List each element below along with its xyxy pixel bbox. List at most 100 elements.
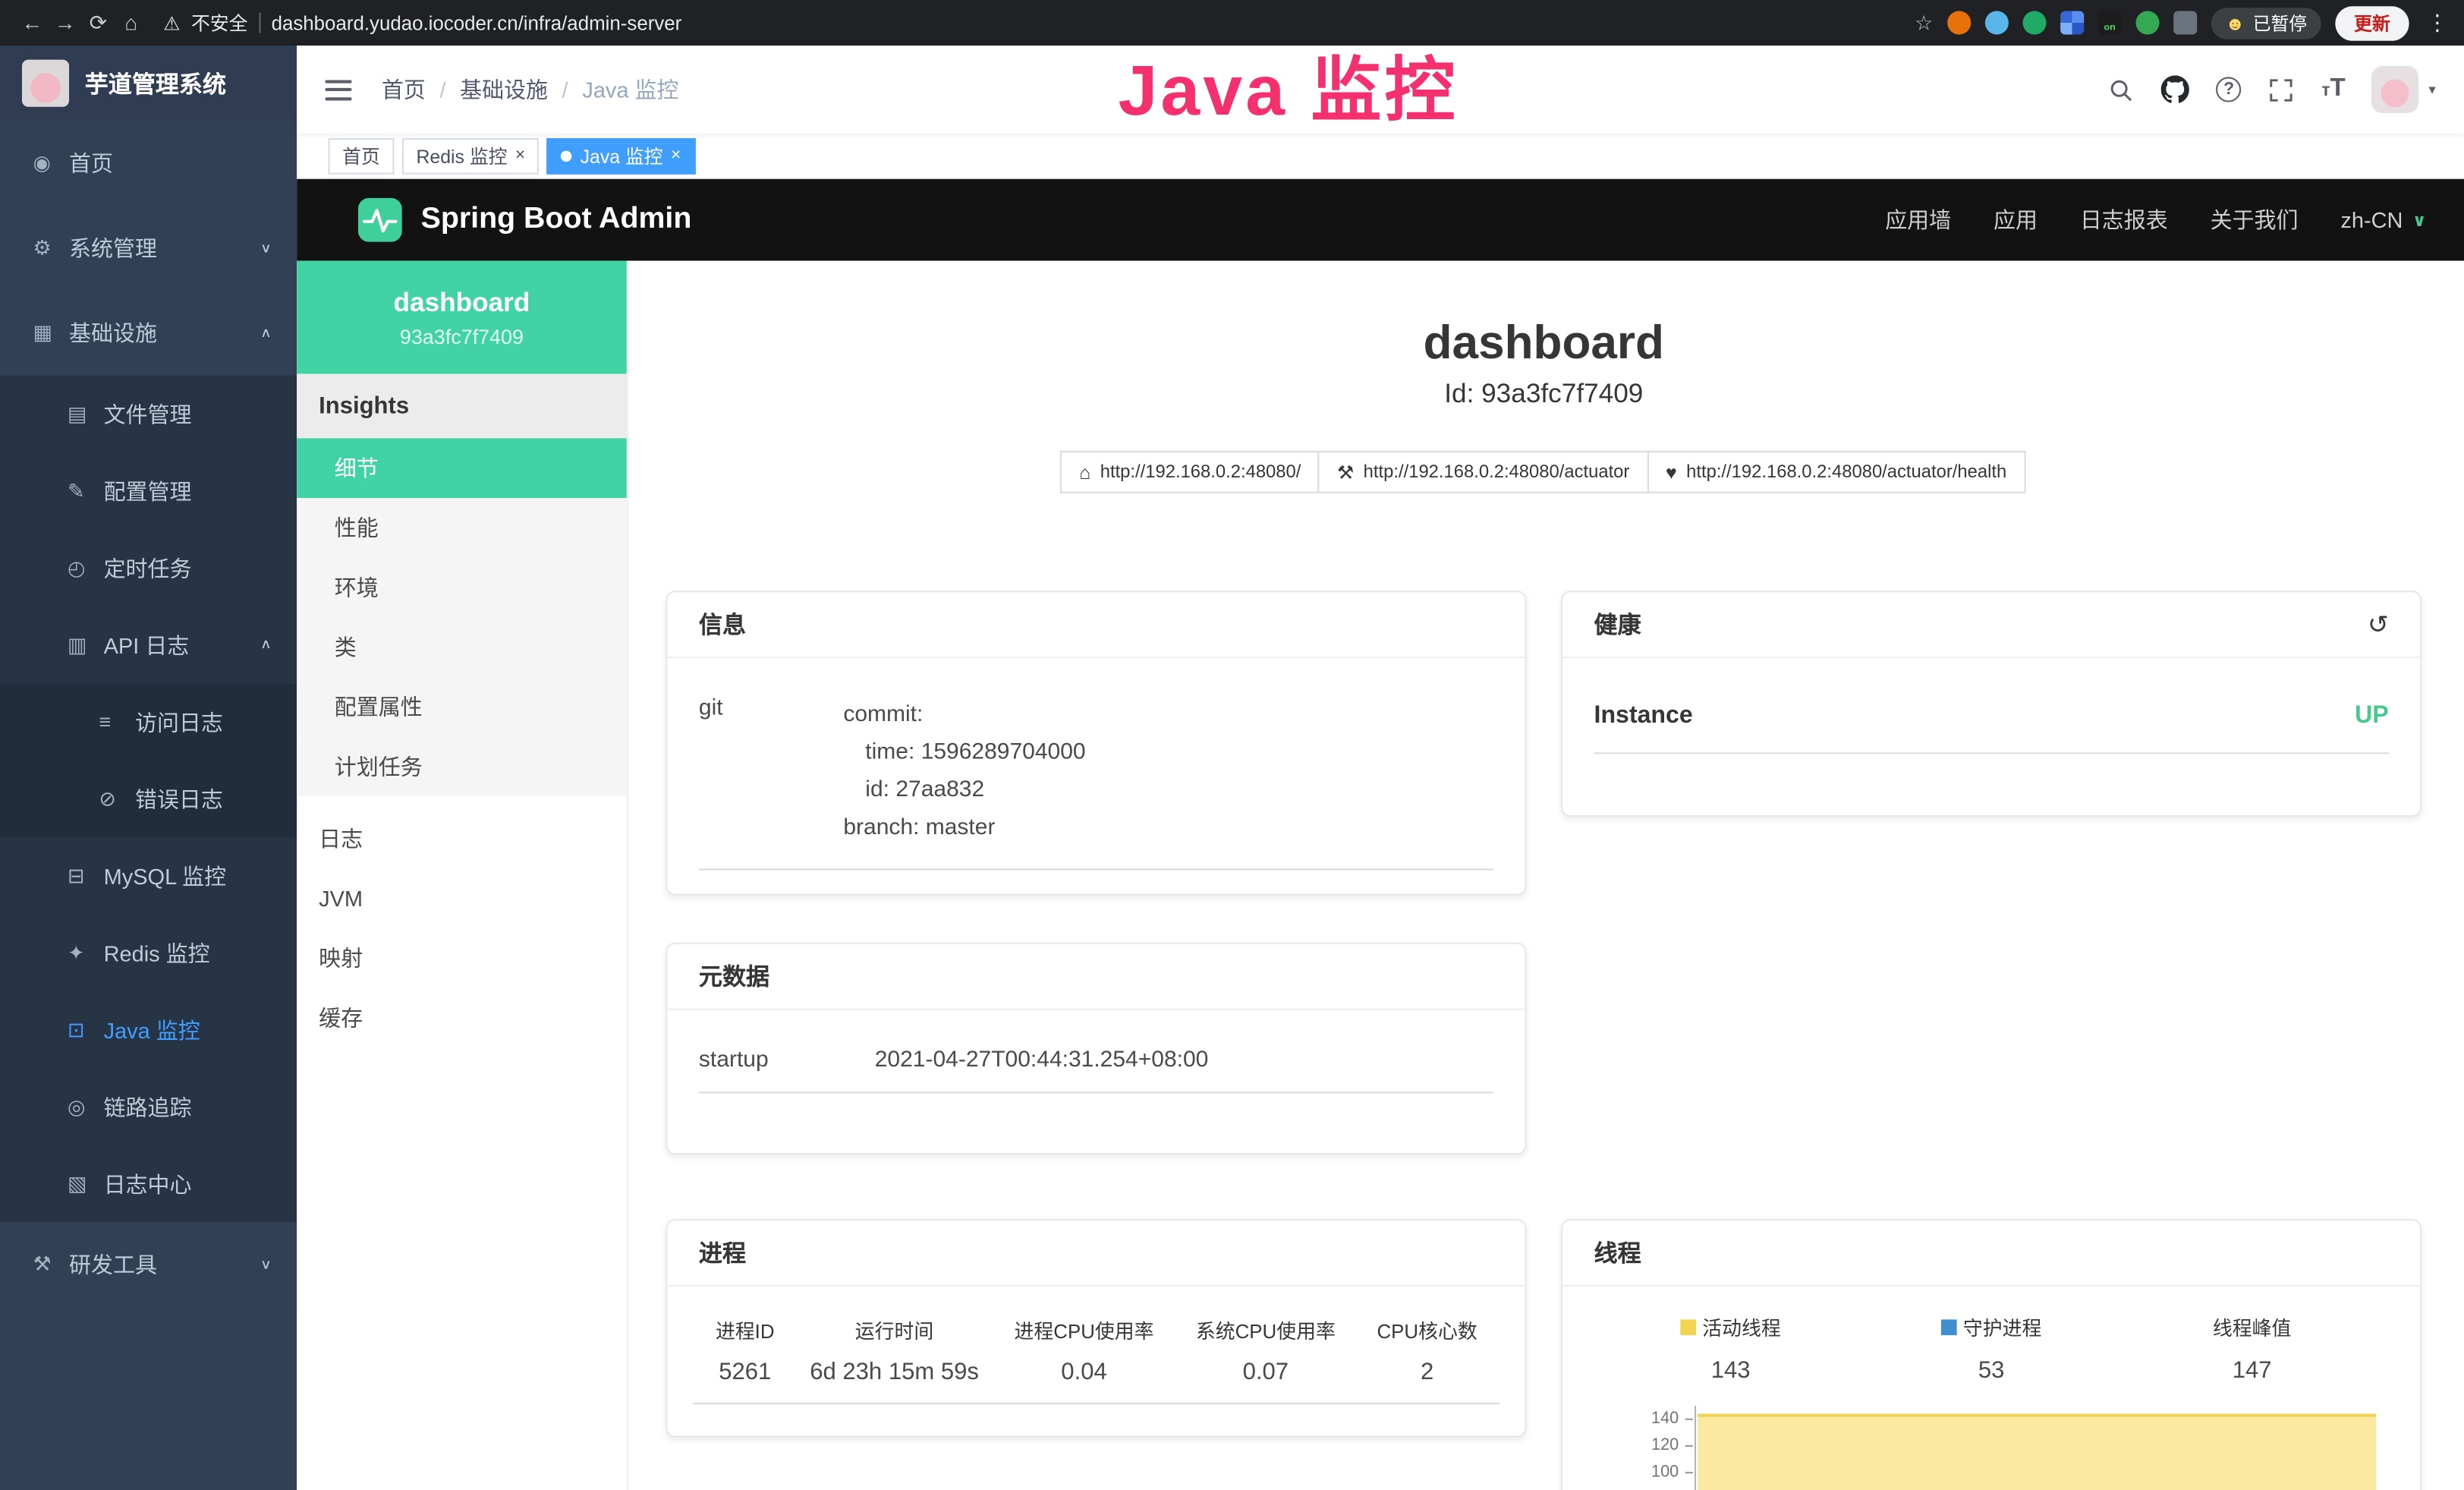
github-icon[interactable]: [2161, 75, 2189, 103]
avatar[interactable]: [2372, 66, 2419, 113]
breadcrumb: 首页 / 基础设施 / Java 监控: [382, 74, 679, 105]
reload-icon[interactable]: ⟳: [82, 10, 115, 35]
extension-icon-leaf[interactable]: [2135, 11, 2159, 34]
axis-tick-mark: [1685, 1419, 1693, 1420]
bookmark-star-icon[interactable]: ☆: [1915, 10, 1933, 35]
sba-main: dashboard Id: 93a3fc7f7409 ⌂ http://192.…: [628, 261, 2464, 1490]
sidebar-item-home[interactable]: ◉ 首页: [0, 121, 297, 206]
breadcrumb-infrastructure[interactable]: 基础设施: [460, 74, 548, 105]
sidebar-item-label: API 日志: [104, 629, 190, 660]
timer-icon: ◴: [68, 556, 104, 581]
legend-value: 143: [1600, 1356, 1861, 1383]
tab-java-monitor[interactable]: Java 监控 ×: [547, 137, 695, 174]
extension-icon-orange[interactable]: [1947, 11, 1971, 34]
sidebar-item-redis-monitor[interactable]: ✦ Redis 监控: [0, 914, 297, 991]
sidebar-item-log-center[interactable]: ▧ 日志中心: [0, 1145, 297, 1222]
process-header-row: 进程ID 运行时间 进程CPU使用率 系统CPU使用率 CPU核心数: [693, 1315, 1500, 1344]
sba-brand[interactable]: Spring Boot Admin: [358, 198, 692, 242]
sba-item-mappings[interactable]: 映射: [297, 928, 627, 988]
link-health-url[interactable]: ♥ http://192.168.0.2:48080/actuator/heal…: [1647, 451, 2025, 493]
sba-nav-wallboard[interactable]: 应用墙: [1885, 204, 1951, 235]
wrench-icon: ⚒: [1337, 461, 1354, 483]
home-icon[interactable]: ⌂: [115, 11, 147, 34]
close-icon[interactable]: ×: [671, 146, 681, 165]
sba-nav-about[interactable]: 关于我们: [2211, 204, 2299, 235]
sba-nav: 应用墙 应用 日志报表 关于我们 zh-CN ∨: [1885, 204, 2426, 235]
close-icon[interactable]: ×: [515, 146, 525, 165]
sidebar-item-dev-tools[interactable]: ⚒ 研发工具 ∨: [0, 1222, 297, 1307]
sidebar-item-label: 错误日志: [135, 783, 223, 814]
extension-icon-blue[interactable]: [1985, 11, 2009, 34]
process-value-row: 5261 6d 23h 15m 59s 0.04 0.07 2: [693, 1344, 1500, 1404]
metadata-row-startup: startup 2021-04-27T00:44:31.254+08:00: [699, 1047, 1493, 1093]
kebab-menu-icon[interactable]: ⋮: [2426, 9, 2448, 36]
paused-label: 已暂停: [2253, 10, 2307, 35]
sidebar-item-label: MySQL 监控: [104, 860, 227, 891]
fullscreen-icon[interactable]: [2268, 76, 2295, 102]
infrastructure-icon: ▦: [33, 320, 69, 345]
address-bar[interactable]: ⚠ 不安全 dashboard.yudao.iocoder.cn/infra/a…: [163, 9, 1899, 36]
file-icon: ▤: [68, 402, 104, 427]
card-title: 元数据: [699, 959, 769, 992]
chevron-down-icon: ∨: [260, 241, 272, 255]
admin-sidebar: 芋道管理系统 ◉ 首页 ⚙ 系统管理 ∨ ▦ 基础设施 ∧ ▤: [0, 46, 297, 1490]
info-card: 信息 git commit: time: 1596289704000 id: 2: [666, 591, 1526, 895]
sidebar-item-file-mgmt[interactable]: ▤ 文件管理: [0, 376, 297, 452]
link-service-url[interactable]: ⌂ http://192.168.0.2:48080/: [1060, 451, 1320, 493]
font-size-icon[interactable]: тT: [2321, 75, 2345, 103]
sidebar-item-scheduled-tasks[interactable]: ◴ 定时任务: [0, 529, 297, 606]
url-text: dashboard.yudao.iocoder.cn/infra/admin-s…: [272, 12, 682, 34]
locale-select[interactable]: zh-CN ∨: [2340, 207, 2426, 232]
extension-icon-grid[interactable]: [2060, 11, 2084, 34]
hamburger-icon[interactable]: [325, 80, 351, 100]
health-label: Instance: [1594, 702, 1693, 730]
chevron-down-icon: ∨: [260, 1257, 272, 1271]
tab-home[interactable]: 首页: [329, 137, 395, 174]
sba-item-scheduled-tasks[interactable]: 计划任务: [297, 737, 627, 797]
smiley-icon: ☻: [2225, 12, 2245, 34]
sba-item-environment[interactable]: 环境: [297, 558, 627, 618]
log-center-icon: ▧: [68, 1171, 104, 1196]
sidebar-item-infrastructure[interactable]: ▦ 基础设施 ∧: [0, 291, 297, 376]
link-actuator-url[interactable]: ⚒ http://192.168.0.2:48080/actuator: [1318, 451, 1648, 493]
sidebar-item-error-logs[interactable]: ⊘ 错误日志: [0, 761, 297, 837]
history-icon[interactable]: ↺: [2368, 609, 2389, 640]
breadcrumb-home[interactable]: 首页: [382, 74, 426, 105]
chart-plot-area: [1695, 1406, 2376, 1490]
sba-item-classes[interactable]: 类: [297, 617, 627, 677]
home-icon: ⌂: [1079, 461, 1090, 483]
tampermonkey-icon[interactable]: on: [2098, 11, 2122, 34]
sidebar-item-java-monitor[interactable]: ⊡ Java 监控: [0, 991, 297, 1068]
topbar-actions: ? тT ▾: [2108, 66, 2436, 113]
sidebar-item-trace[interactable]: ◎ 链路追踪: [0, 1068, 297, 1145]
extension-icon-green[interactable]: [2022, 11, 2046, 34]
back-icon[interactable]: ←: [16, 11, 49, 34]
metadata-card: 元数据 startup 2021-04-27T00:44:31.254+08:0…: [666, 943, 1526, 1155]
sidebar-item-api-logs[interactable]: ▥ API 日志 ∧: [0, 606, 297, 683]
extension-icon-dark[interactable]: [2173, 11, 2197, 34]
sba-item-jvm[interactable]: JVM: [297, 868, 627, 928]
sba-item-details[interactable]: 细节: [297, 438, 627, 498]
sidebar-item-access-logs[interactable]: ≡ 访问日志: [0, 683, 297, 760]
sba-item-logs[interactable]: 日志: [297, 809, 627, 869]
sba-nav-applications[interactable]: 应用: [1994, 204, 2038, 235]
search-icon[interactable]: [2108, 76, 2135, 102]
sba-item-caches[interactable]: 缓存: [297, 988, 627, 1048]
tab-redis-monitor[interactable]: Redis 监控 ×: [402, 137, 540, 174]
warning-icon: ⚠: [163, 12, 180, 34]
sidebar-item-mysql-monitor[interactable]: ⊟ MySQL 监控: [0, 837, 297, 914]
sidebar-item-system-mgmt[interactable]: ⚙ 系统管理 ∨: [0, 206, 297, 291]
sba-item-metrics[interactable]: 性能: [297, 498, 627, 558]
link-label: http://192.168.0.2:48080/: [1100, 462, 1301, 481]
sidebar-item-config-mgmt[interactable]: ✎ 配置管理: [0, 452, 297, 529]
update-button[interactable]: 更新: [2335, 5, 2409, 40]
card-title: 信息: [699, 608, 746, 641]
database-icon: ⊟: [68, 863, 104, 888]
sba-item-config-props[interactable]: 配置属性: [297, 677, 627, 737]
sba-nav-journal[interactable]: 日志报表: [2080, 204, 2168, 235]
forward-icon[interactable]: →: [49, 11, 81, 34]
help-icon[interactable]: ?: [2217, 77, 2242, 102]
paused-extension-badge[interactable]: ☻ 已暂停: [2211, 7, 2321, 38]
edit-icon: ✎: [68, 478, 104, 503]
y-axis-tick: 120: [1625, 1436, 1679, 1455]
